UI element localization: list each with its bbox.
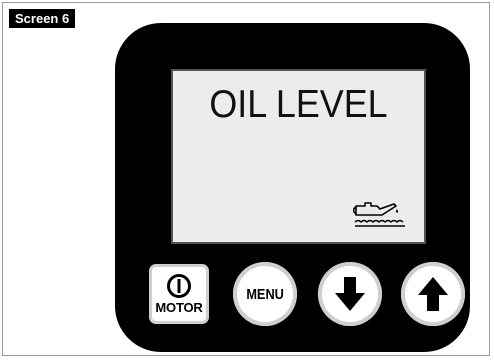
oil-can-icon [353,202,405,227]
motor-button-label: MOTOR [155,300,203,315]
arrow-down-icon [335,277,365,311]
menu-button[interactable]: MENU [233,262,297,326]
screen-label: Screen 6 [9,9,76,28]
down-button[interactable] [318,262,382,326]
menu-button-label: MENU [246,285,284,303]
control-panel: OIL LEVEL MOTOR MENU [115,23,470,352]
power-icon [167,274,191,298]
figure-frame: Screen 6 OIL LEVEL MOTOR MENU [2,2,490,356]
display-message: OIL LEVEL [209,83,388,126]
lcd-display: OIL LEVEL [171,69,426,244]
up-button[interactable] [401,262,465,326]
arrow-up-icon [418,277,448,311]
motor-button[interactable]: MOTOR [147,262,211,326]
